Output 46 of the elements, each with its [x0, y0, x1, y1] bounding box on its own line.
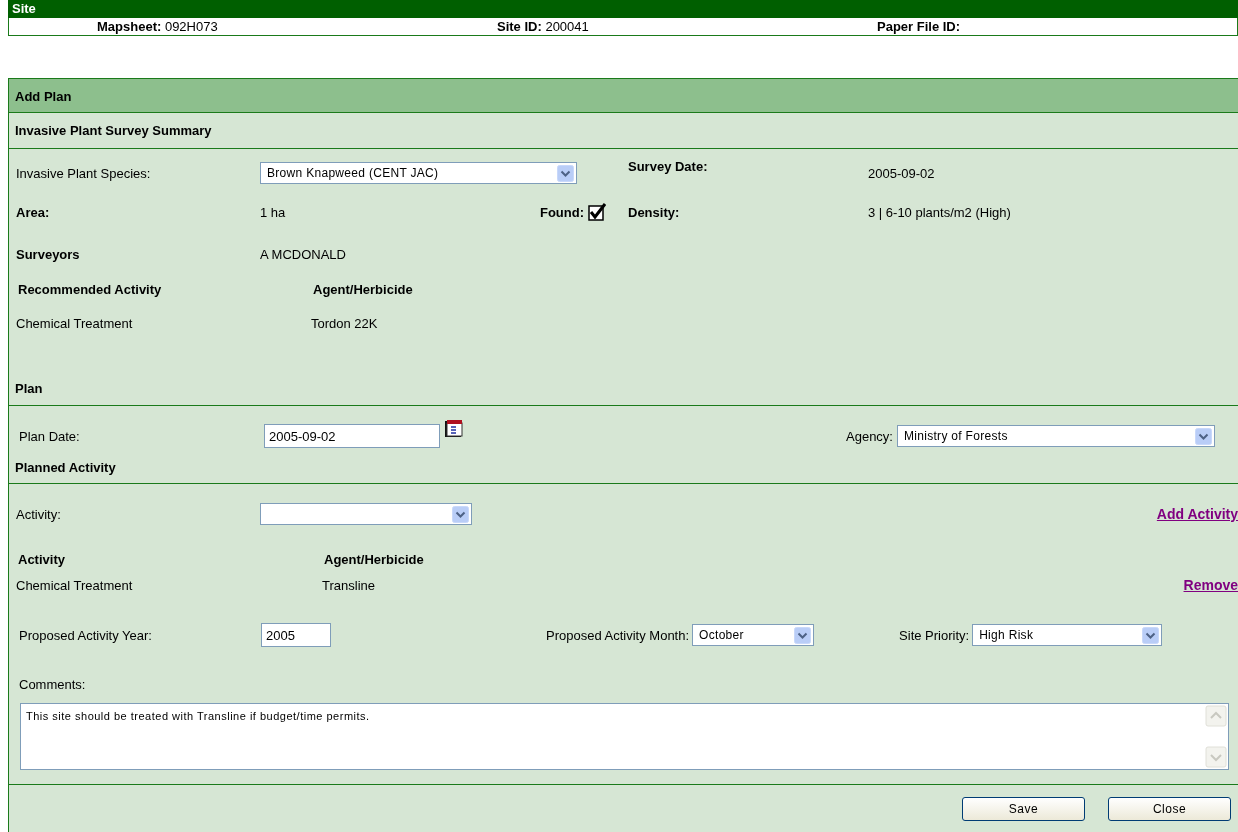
scroll-down-icon[interactable] — [1205, 746, 1227, 768]
add-activity-link[interactable]: Add Activity — [1156, 506, 1238, 522]
column-header: Recommended Activity — [18, 281, 163, 297]
field-value: 2005-09-02 — [868, 165, 936, 181]
calendar-icon[interactable] — [444, 418, 464, 438]
field-label: Agency: — [846, 428, 893, 444]
field-value: 3 | 6-10 plants/m2 (High) — [868, 204, 1012, 220]
table-cell-text: Transline — [322, 577, 376, 593]
year-field[interactable]: 2005 — [261, 623, 331, 647]
close-button[interactable]: Close — [1108, 797, 1231, 821]
remove-link[interactable]: Remove — [1183, 577, 1238, 593]
select-field[interactable]: High Risk — [972, 624, 1163, 646]
checkbox[interactable] — [588, 203, 606, 221]
field-label: Area: — [16, 204, 51, 220]
date-field[interactable]: 2005-09-02 — [264, 424, 440, 448]
save-button[interactable]: Save — [962, 797, 1085, 821]
section-title: Planned Activity — [15, 460, 116, 475]
field-label: Found: — [539, 204, 584, 220]
field-label: Comments: — [19, 676, 87, 692]
section-title: Plan — [15, 380, 43, 396]
field-label: Surveyors — [16, 246, 81, 262]
field-label: Density: — [628, 204, 681, 220]
column-header: Activity — [18, 551, 66, 567]
select-field[interactable] — [260, 503, 472, 525]
section-title: Invasive Plant Survey Summary — [15, 123, 212, 138]
field-label: Proposed Activity Month: — [546, 627, 690, 643]
table-cell-text: Chemical Treatment — [16, 315, 134, 331]
panel-header: Add Plan — [9, 79, 1238, 113]
select-field[interactable]: Ministry of Forests — [897, 425, 1215, 447]
field-value: A MCDONALD — [260, 246, 347, 262]
select-field[interactable]: October — [692, 624, 815, 646]
field-label: Invasive Plant Species: — [16, 165, 152, 181]
field-value: 1 ha — [260, 204, 286, 220]
field-label: Survey Date: — [628, 159, 709, 174]
comments-field[interactable]: This site should be treated with Transline if budget/time permits. — [20, 703, 1229, 770]
column-header: Agent/Herbicide — [313, 281, 414, 297]
table-cell-text: Tordon 22K — [311, 315, 379, 331]
field-label: Plan Date: — [19, 428, 81, 444]
field-label: Proposed Activity Year: — [19, 627, 153, 643]
field-label: Site Priority: — [899, 627, 970, 643]
scroll-up-icon[interactable] — [1205, 705, 1227, 727]
site-header: Site — [8, 0, 1238, 18]
field-label: Activity: — [16, 506, 62, 522]
column-header: Agent/Herbicide — [324, 551, 425, 567]
table-cell-text: Chemical Treatment — [16, 577, 134, 593]
select-field[interactable]: Brown Knapweed (CENT JAC) — [260, 162, 577, 184]
